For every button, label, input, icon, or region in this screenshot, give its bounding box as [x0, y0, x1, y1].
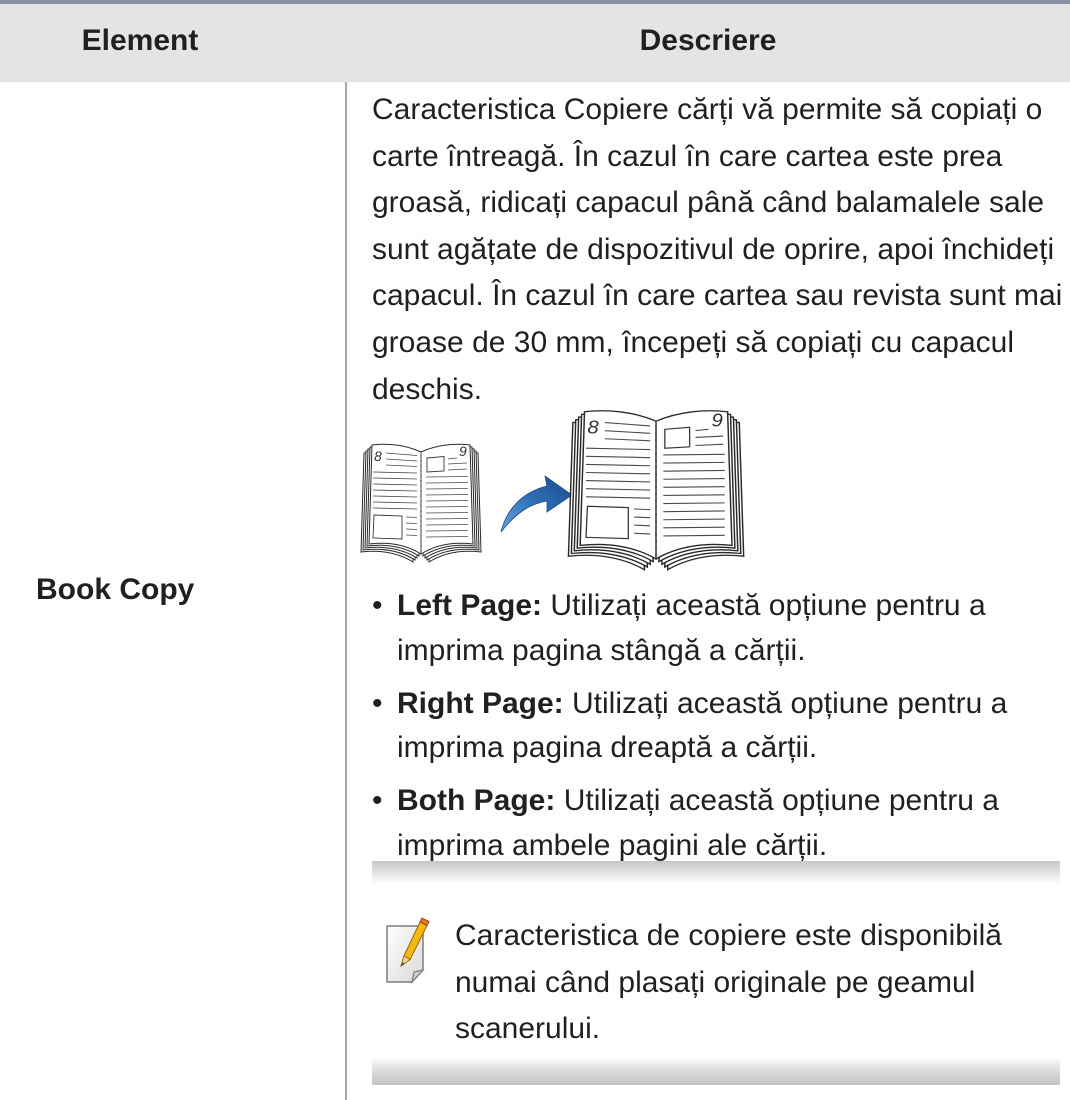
- book-copy-options-list: • Left Page: Utilizați această opțiune p…: [372, 584, 1007, 877]
- note-line: Caracteristica de copiere este disponibi…: [455, 919, 1002, 952]
- element-name-cell: Book Copy: [36, 573, 195, 606]
- option-text: imprima pagina dreaptă a cărții.: [397, 731, 818, 764]
- option-label: Right Page:: [397, 686, 564, 720]
- bullet: •: [372, 784, 383, 817]
- description-line: groase de 30 mm, începeți să copiați cu …: [372, 325, 1015, 359]
- option-line: Right Page: Utilizați această opțiune pe…: [397, 682, 1007, 727]
- column-divider: [345, 82, 347, 1100]
- option-line: Both Page: Utilizați această opțiune pen…: [397, 779, 999, 824]
- option-label: Left Page:: [397, 589, 543, 622]
- header-description: Descriere: [639, 24, 777, 57]
- option-text: Utilizați această opțiune pentru a: [550, 589, 986, 622]
- option-body: Right Page: Utilizați această opțiune pe…: [397, 682, 1007, 771]
- bullet: •: [372, 686, 383, 720]
- note-line: numai când plasați originale pe geamul: [455, 965, 976, 999]
- list-item: • Both Page: Utilizați această opțiune p…: [372, 779, 1007, 868]
- description-line: Caracteristica Copiere cărți vă permite …: [372, 93, 1043, 126]
- description-line: carte întreagă. În cazul în care cartea …: [372, 139, 1003, 173]
- large-book-illustration: [567, 409, 745, 571]
- description-line: groasă, ridicați capacul până când balam…: [372, 186, 1045, 220]
- curved-arrow-right-icon: [500, 475, 573, 533]
- option-label: Both Page:: [397, 784, 556, 817]
- option-text: Utilizați această opțiune pentru a: [572, 686, 1008, 720]
- bullet: •: [372, 589, 383, 622]
- description-line: capacul. În cazul în care cartea sau rev…: [372, 279, 1063, 313]
- option-body: Both Page: Utilizați această opțiune pen…: [397, 779, 999, 868]
- list-item: • Right Page: Utilizați această opțiune …: [372, 682, 1007, 771]
- note-text: Caracteristica de copiere este disponibi…: [455, 913, 1002, 1053]
- option-text: imprima pagina stângă a cărții.: [397, 633, 806, 667]
- list-item: • Left Page: Utilizați această opțiune p…: [372, 584, 1007, 673]
- note-box: Caracteristica de copiere este disponibi…: [372, 861, 1060, 1085]
- description-line: sunt agățate de dispozitivul de oprire, …: [372, 232, 1055, 266]
- header-element: Element: [81, 24, 199, 57]
- description-paragraph: Caracteristica Copiere cărți vă permite …: [372, 87, 1062, 413]
- small-book-illustration: [360, 442, 482, 563]
- option-text: Utilizați această opțiune pentru a: [563, 784, 999, 817]
- table-header-row: Element Descriere: [0, 4, 1070, 82]
- option-line: Left Page: Utilizați această opțiune pen…: [397, 584, 986, 629]
- book-copy-illustration: 8 9: [360, 409, 745, 571]
- note-line: scanerului.: [455, 1012, 601, 1046]
- note-pencil-icon: [386, 917, 430, 984]
- option-body: Left Page: Utilizați această opțiune pen…: [397, 584, 986, 673]
